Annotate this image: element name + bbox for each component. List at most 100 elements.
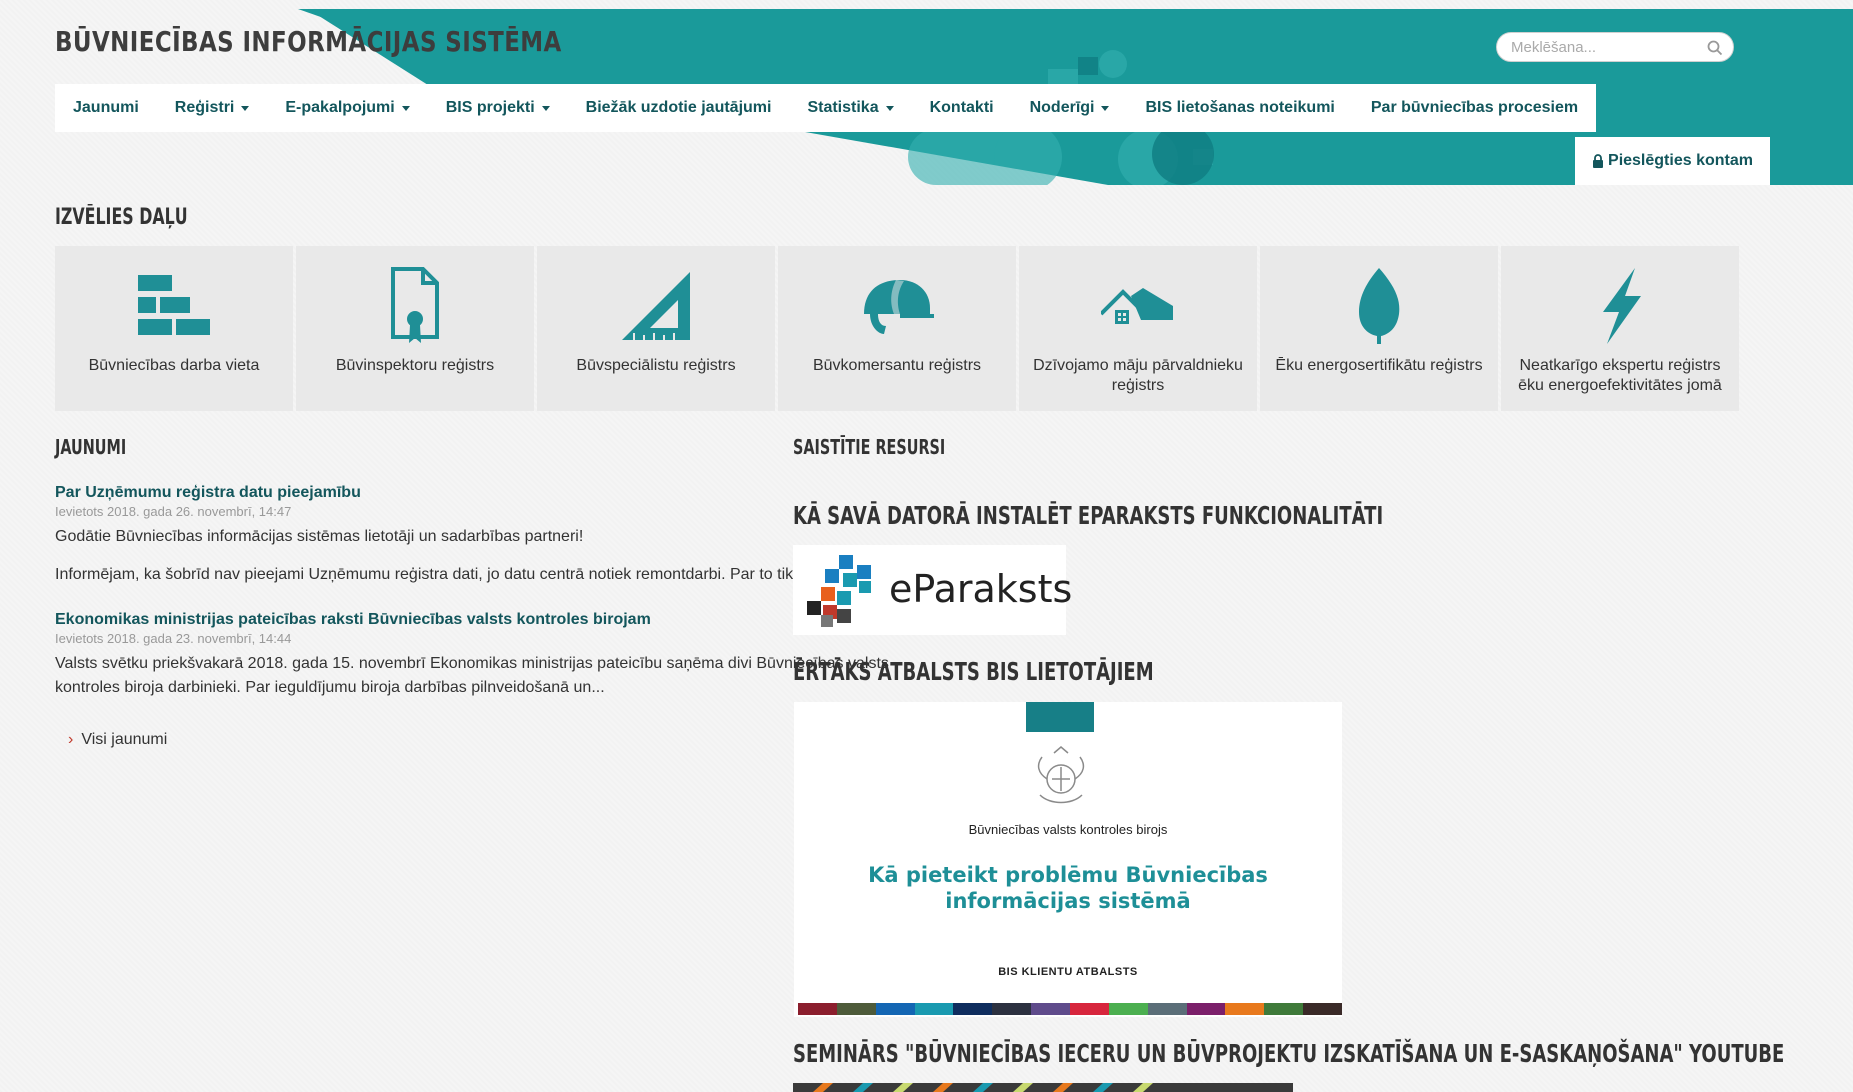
nav-label: Biežāk uzdotie jautājumi — [585, 99, 772, 116]
color-stripe — [1264, 1003, 1304, 1015]
eparaksts-heading[interactable]: KĀ SAVĀ DATORĀ INSTALĒT EPARAKSTS FUNKCI… — [793, 501, 1383, 530]
eparaksts-logo-text: eParaksts — [889, 567, 1073, 611]
nav-label: Jaunumi — [73, 99, 139, 116]
tile-label: Būvinspektoru reģistrs — [335, 357, 495, 374]
section-heading-related: SAISTĪTIE RESURSI — [793, 435, 946, 459]
color-stripe — [914, 1003, 954, 1015]
nav-label: Noderīgi — [1029, 99, 1095, 116]
caret-down-icon — [541, 105, 550, 111]
coat-of-arms-icon — [1037, 746, 1085, 804]
nav-item-bis-projekti[interactable]: BIS projekti — [428, 84, 568, 132]
login-button[interactable]: Pieslēgties kontam — [1575, 137, 1770, 185]
color-stripe — [992, 1003, 1032, 1015]
lightning-icon — [1603, 268, 1641, 344]
nav-item-processes[interactable]: Par būvniecības procesiem — [1353, 84, 1596, 132]
poster-headline: Kā pieteikt problēmu Būvniecības informā… — [794, 862, 1342, 914]
news-title-link[interactable]: Par Uzņēmumu reģistra datu pieejamību — [55, 484, 895, 502]
search-input[interactable] — [1497, 33, 1697, 61]
poster-org: Būvniecības valsts kontroles birojs — [968, 822, 1168, 837]
nav-label: Reģistri — [174, 99, 235, 116]
site-title[interactable]: BŪVNIECĪBAS INFORMĀCIJAS SISTĒMA — [55, 25, 562, 58]
news-title-link[interactable]: Ekonomikas ministrijas pateicības raksti… — [55, 611, 895, 629]
nav-item-noderigi[interactable]: Noderīgi — [1012, 84, 1128, 132]
tile-dzivojamo-maju-parvaldnieku-registrs[interactable]: Dzīvojamo māju pārvaldnieku reģistrs — [1019, 246, 1257, 411]
news-text: Informējam, ka šobrīd nav pieejami Uzņēm… — [55, 566, 879, 583]
caret-down-icon — [885, 105, 894, 111]
eparaksts-logo-mark — [807, 555, 871, 627]
search-icon[interactable] — [1707, 40, 1723, 56]
nav-item-kontakti[interactable]: Kontakti — [912, 84, 1012, 132]
poster-headline-line2: informācijas sistēmā — [945, 889, 1191, 913]
hard-hat-icon — [864, 280, 934, 334]
color-stripe — [1070, 1003, 1109, 1015]
page: BŪVNIECĪBAS INFORMĀCIJAS SISTĒMA Jaunumi… — [8, 9, 1853, 1092]
poster-color-stripes — [798, 1003, 1343, 1015]
tile-label: Neatkarīgo ekspertu reģistrs ēku energoe… — [1518, 357, 1722, 394]
nav-item-faq[interactable]: Biežāk uzdotie jautājumi — [568, 84, 790, 132]
color-stripe — [1147, 1003, 1187, 1015]
color-stripe — [798, 1003, 837, 1015]
youtube-thumbnail[interactable] — [793, 1083, 1293, 1092]
color-stripe — [1031, 1003, 1071, 1015]
news-text: Godātie Būvniecības informācijas sistēma… — [55, 528, 584, 545]
nav-label: E-pakalpojumi — [285, 99, 395, 116]
color-stripe — [1186, 1003, 1226, 1015]
news-date: Ievietots 2018. gada 26. novembrī, 14:47 — [55, 504, 292, 519]
login-label: Pieslēgties kontam — [1608, 152, 1753, 169]
support-heading[interactable]: ĒRTĀKS ATBALSTS BIS LIETOTĀJIEM — [793, 657, 1154, 686]
nav-item-jaunumi[interactable]: Jaunumi — [55, 84, 157, 132]
poster-headline-line1: Kā pieteikt problēmu Būvniecības — [868, 863, 1268, 887]
section-heading-news: JAUNUMI — [55, 435, 127, 459]
support-poster[interactable]: Būvniecības valsts kontroles birojs Kā p… — [794, 702, 1343, 1017]
nav-label: Statistika — [807, 99, 879, 116]
caret-down-icon — [241, 105, 250, 111]
news-date: Ievietots 2018. gada 23. novembrī, 14:44 — [55, 631, 292, 646]
color-stripe — [1303, 1003, 1343, 1015]
caret-down-icon — [1101, 105, 1110, 111]
lock-icon — [1593, 154, 1604, 168]
tile-buvinspektoru-registrs[interactable]: Būvinspektoru reģistrs — [296, 246, 534, 411]
main-nav: Jaunumi Reģistri E-pakalpojumi BIS proje… — [55, 84, 1597, 132]
set-square-icon — [622, 272, 690, 340]
color-stripe — [1108, 1003, 1148, 1015]
tile-buvkomersantu-registrs[interactable]: Būvkomersantu reģistrs — [778, 246, 1016, 411]
news-item: Ekonomikas ministrijas pateicības raksti… — [55, 611, 895, 700]
bricks-icon — [138, 275, 210, 335]
search-box — [1496, 32, 1734, 62]
news-list: Par Uzņēmumu reģistra datu pieejamību Ie… — [55, 484, 895, 724]
certificate-icon — [391, 267, 439, 343]
chevron-right-icon: › — [68, 731, 74, 748]
poster-top-bar — [1026, 702, 1094, 732]
leaf-icon — [1359, 268, 1400, 344]
tile-label: Būvkomersantu reģistrs — [812, 357, 982, 374]
nav-item-registri[interactable]: Reģistri — [157, 84, 268, 132]
tile-label: Būvniecības darba vieta — [88, 357, 260, 374]
register-tiles: Būvniecības darba vieta Būvinspektoru re… — [55, 246, 1739, 411]
tile-label: Būvspeciālistu reģistrs — [576, 357, 736, 374]
tile-neatkarigo-ekspertu-registrs[interactable]: Neatkarīgo ekspertu reģistrs ēku energoe… — [1501, 246, 1739, 411]
news-text: Valsts svētku priekšvakarā 2018. gada 15… — [55, 655, 889, 696]
poster-footer: BIS KLIENTU ATBALSTS — [998, 966, 1138, 978]
nav-label: Kontakti — [929, 99, 994, 116]
section-heading-choose-part: IZVĒLIES DAĻU — [55, 205, 188, 230]
eparaksts-banner[interactable]: eParaksts — [793, 545, 1072, 635]
color-stripe — [875, 1003, 915, 1015]
tile-buvspecialistu-registrs[interactable]: Būvspeciālistu reģistrs — [537, 246, 775, 411]
tile-eku-energosertifikatu-registrs[interactable]: Ēku energosertifikātu reģistrs — [1260, 246, 1498, 411]
nav-label: BIS lietošanas noteikumi — [1145, 99, 1335, 116]
news-item: Par Uzņēmumu reģistra datu pieejamību Ie… — [55, 484, 895, 587]
nav-item-statistika[interactable]: Statistika — [789, 84, 911, 132]
caret-down-icon — [401, 105, 410, 111]
header: BŪVNIECĪBAS INFORMĀCIJAS SISTĒMA Jaunumi… — [8, 9, 1853, 185]
color-stripe — [953, 1003, 993, 1015]
color-stripe — [1225, 1003, 1265, 1015]
tile-buvniecibas-darba-vieta[interactable]: Būvniecības darba vieta — [55, 246, 293, 411]
seminar-heading[interactable]: SEMINĀRS "BŪVNIECĪBAS IECERU UN BŪVPROJE… — [793, 1039, 1784, 1068]
all-news-label: Visi jaunumi — [81, 731, 168, 748]
tile-label: Dzīvojamo māju pārvaldnieku reģistrs — [1033, 357, 1243, 394]
color-stripe — [836, 1003, 876, 1015]
all-news-link[interactable]: › Visi jaunumi — [68, 731, 167, 749]
tile-label: Ēku energosertifikātu reģistrs — [1275, 357, 1483, 374]
nav-item-e-pakalpojumi[interactable]: E-pakalpojumi — [267, 84, 427, 132]
nav-item-terms[interactable]: BIS lietošanas noteikumi — [1127, 84, 1352, 132]
